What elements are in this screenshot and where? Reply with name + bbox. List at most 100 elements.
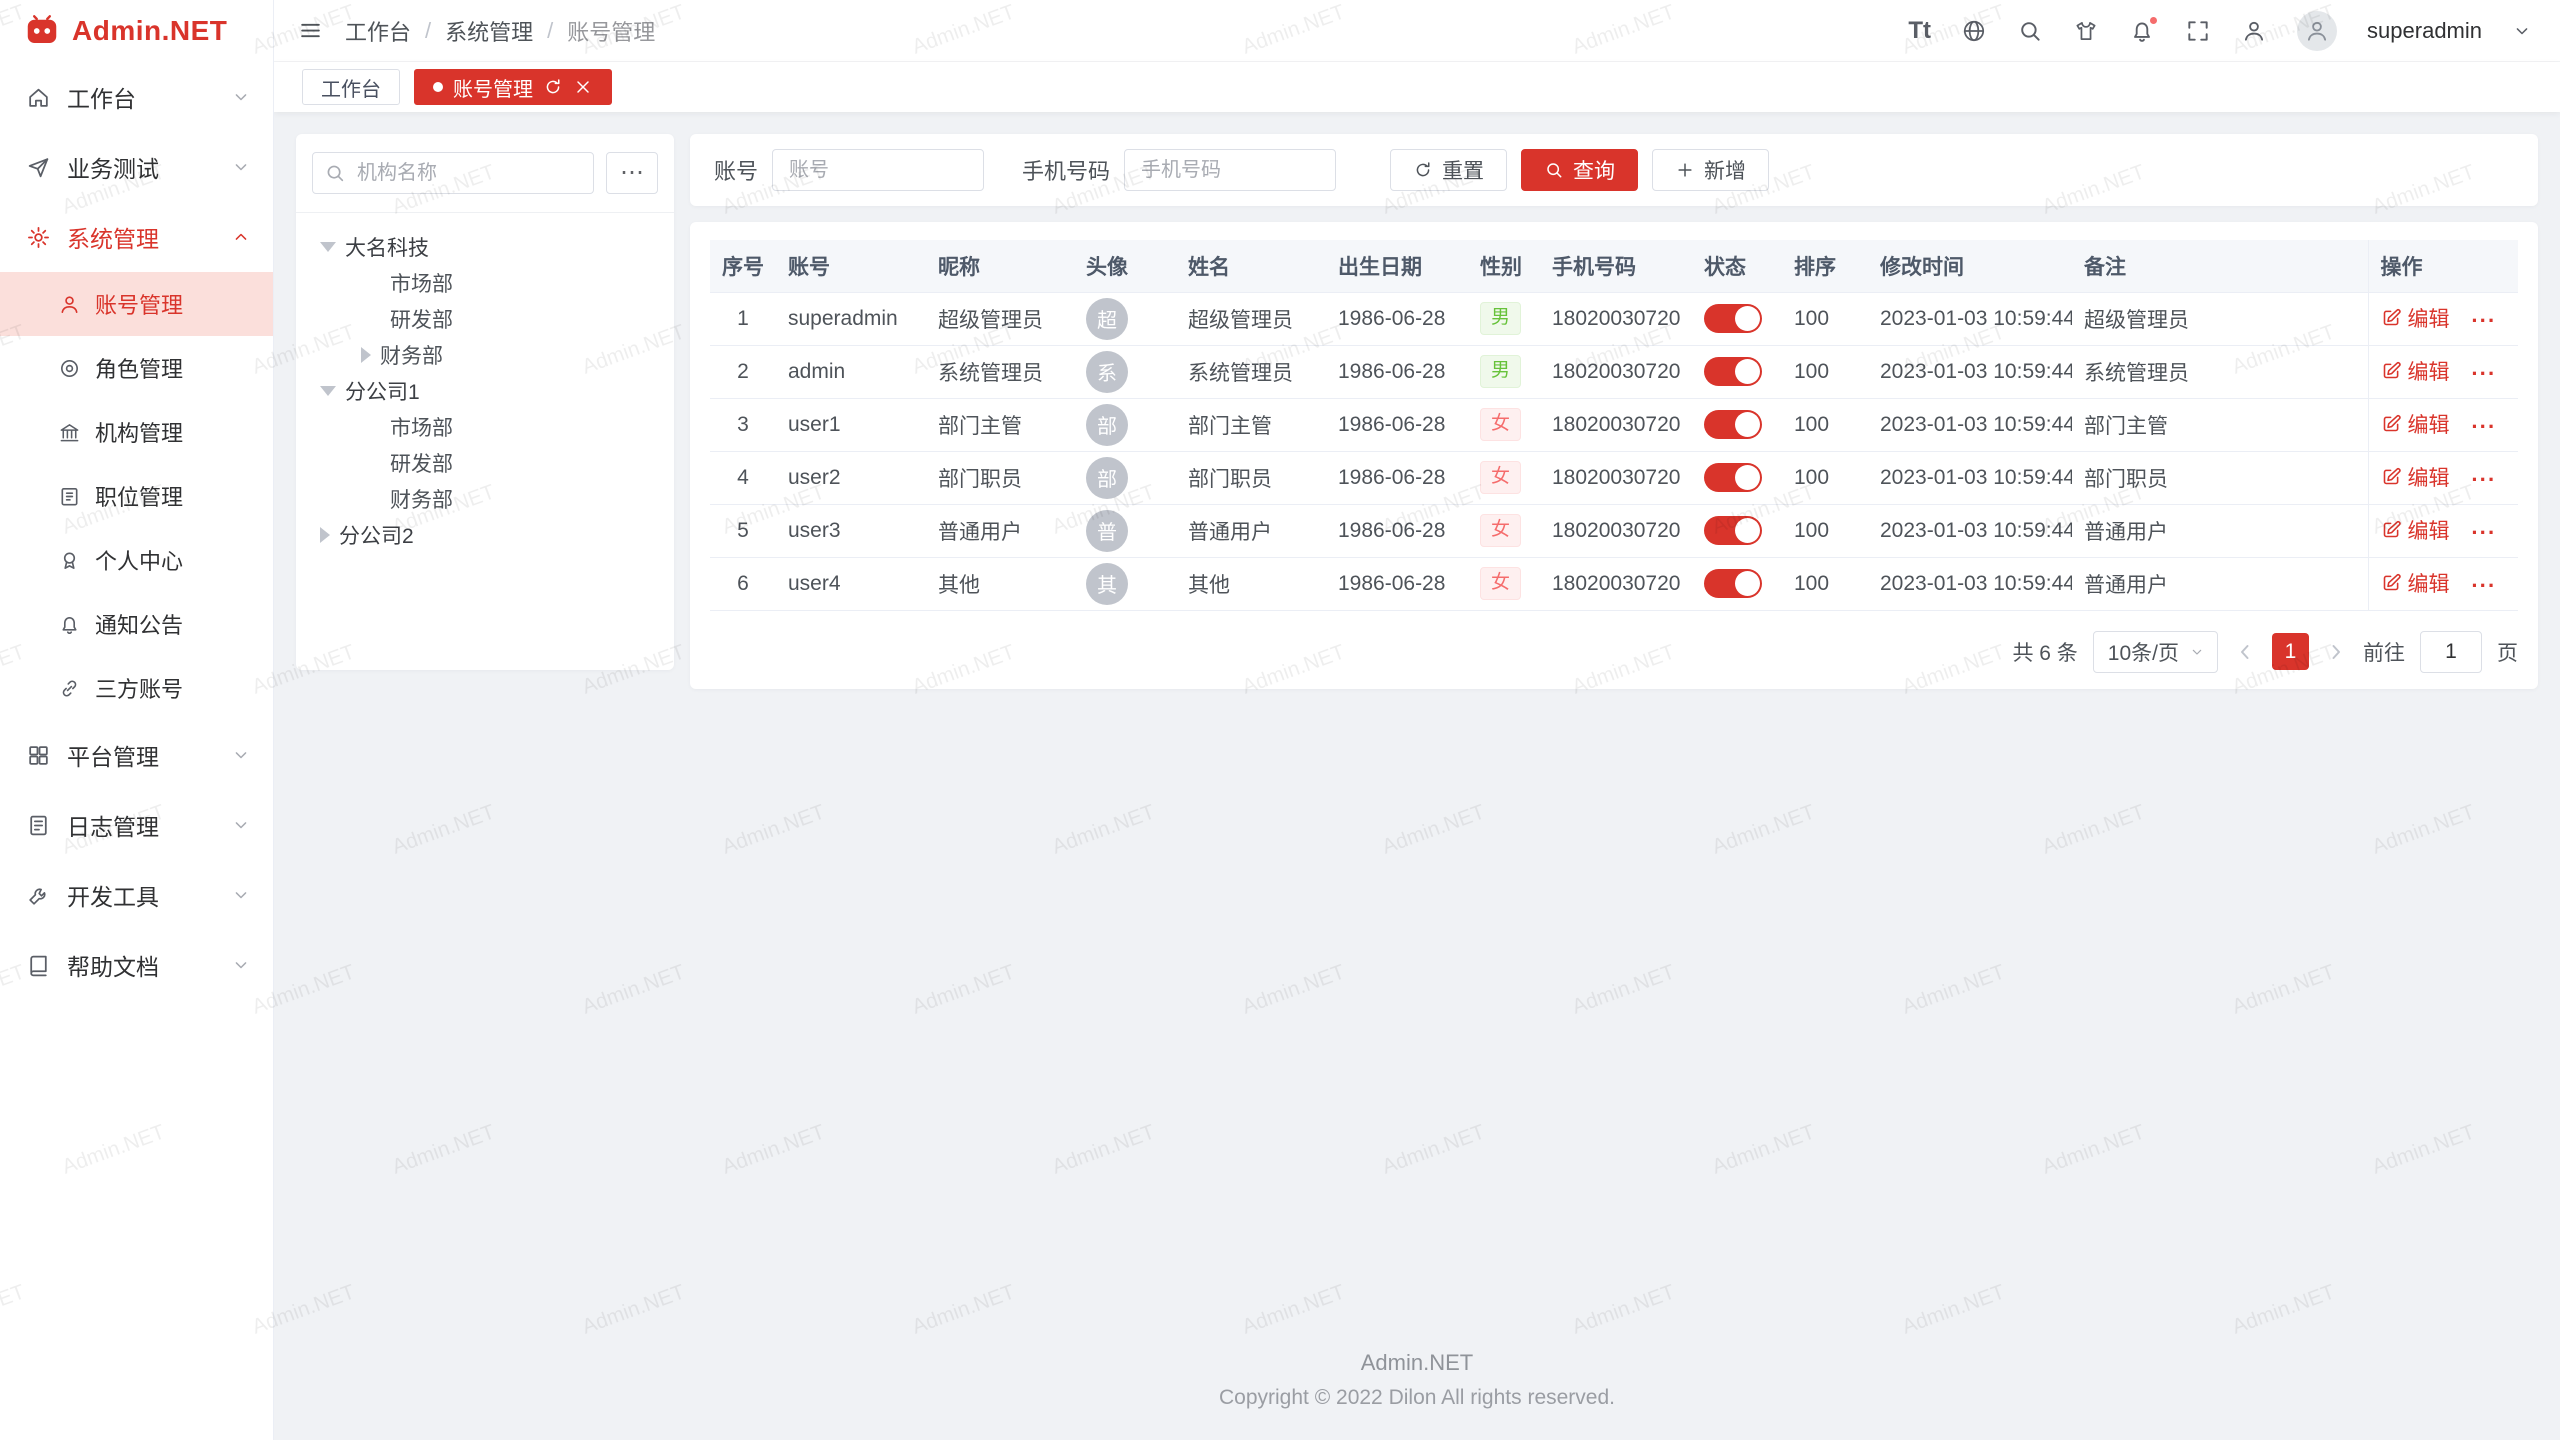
breadcrumb-item[interactable]: 系统管理 — [445, 15, 533, 47]
status-toggle[interactable] — [1704, 410, 1762, 439]
more-button[interactable]: ··· — [2471, 308, 2496, 333]
tree-node[interactable]: 市场部 — [306, 409, 664, 445]
sidebar-item-system-management[interactable]: 系统管理 — [0, 202, 273, 272]
tree-node[interactable]: 大名科技 — [306, 229, 664, 265]
font-size-icon[interactable]: Tt — [1908, 17, 1931, 45]
caret-collapsed-icon[interactable] — [361, 347, 371, 363]
fullscreen-icon[interactable] — [2185, 18, 2211, 44]
edit-button[interactable]: 编辑 — [2381, 462, 2450, 492]
cell-birthday: 1986-06-28 — [1326, 292, 1468, 345]
more-button[interactable]: ··· — [2471, 361, 2496, 386]
status-toggle[interactable] — [1704, 516, 1762, 545]
sidebar-item-workbench[interactable]: 工作台 — [0, 62, 273, 132]
page-size-select[interactable]: 10条/页 — [2093, 631, 2218, 673]
user-avatar[interactable] — [2297, 11, 2337, 51]
reset-button[interactable]: 重置 — [1390, 149, 1507, 191]
search-button[interactable]: 查询 — [1521, 149, 1638, 191]
edit-button[interactable]: 编辑 — [2381, 356, 2450, 386]
org-search-input[interactable] — [312, 152, 594, 194]
cell-sort: 100 — [1782, 398, 1868, 451]
caret-collapsed-icon[interactable] — [320, 527, 330, 543]
globe-icon[interactable] — [1961, 18, 1987, 44]
sidebar-item-notice[interactable]: 通知公告 — [0, 592, 273, 656]
more-button[interactable]: ··· — [2471, 520, 2496, 545]
column-header: 姓名 — [1176, 240, 1326, 292]
phone-input[interactable] — [1124, 149, 1336, 191]
edit-icon — [2381, 572, 2402, 593]
gender-badge: 女 — [1480, 408, 1521, 441]
page-number-button[interactable]: 1 — [2272, 633, 2309, 670]
org-more-button[interactable]: ⋯ — [606, 152, 658, 194]
notifications-button[interactable] — [2129, 18, 2155, 44]
tree-node[interactable]: 市场部 — [306, 265, 664, 301]
filter-bar: 账号 手机号码 重置 查询 — [690, 134, 2538, 206]
column-header: 序号 — [710, 240, 776, 292]
cell-gender: 男 — [1468, 292, 1540, 345]
sidebar-item-log-management[interactable]: 日志管理 — [0, 790, 273, 860]
tree-node[interactable]: 研发部 — [306, 301, 664, 337]
more-button[interactable]: ··· — [2471, 414, 2496, 439]
edit-button[interactable]: 编辑 — [2381, 303, 2450, 333]
search-label: 查询 — [1573, 155, 1615, 185]
edit-button[interactable]: 编辑 — [2381, 409, 2450, 439]
status-toggle[interactable] — [1704, 357, 1762, 386]
sidebar-item-help-docs[interactable]: 帮助文档 — [0, 930, 273, 1000]
tab-account-management[interactable]: 账号管理 — [414, 69, 612, 105]
status-toggle[interactable] — [1704, 569, 1762, 598]
app-logo[interactable]: Admin.NET — [0, 0, 273, 62]
sidebar-item-label: 账号管理 — [95, 288, 183, 320]
status-toggle[interactable] — [1704, 304, 1762, 333]
sidebar-item-label: 系统管理 — [67, 220, 159, 254]
caret-expanded-icon[interactable] — [320, 242, 336, 252]
profile-icon[interactable] — [2241, 18, 2267, 44]
tree-node[interactable]: 分公司1 — [306, 373, 664, 409]
goto-page-input[interactable] — [2420, 631, 2482, 673]
more-button[interactable]: ··· — [2471, 467, 2496, 492]
tree-node[interactable]: 财务部 — [306, 337, 664, 373]
sidebar-item-position-management[interactable]: 职位管理 — [0, 464, 273, 528]
sidebar: Admin.NET 工作台 业务测试 系统管理 账号管理 — [0, 0, 274, 1440]
add-button[interactable]: 新增 — [1652, 149, 1769, 191]
sidebar-item-role-management[interactable]: 角色管理 — [0, 336, 273, 400]
next-page-button[interactable] — [2324, 640, 2348, 664]
account-input[interactable] — [772, 149, 984, 191]
status-toggle[interactable] — [1704, 463, 1762, 492]
chevron-down-icon — [231, 955, 251, 975]
breadcrumb-item[interactable]: 工作台 — [345, 15, 411, 47]
menu-toggle-icon[interactable] — [298, 18, 323, 43]
sidebar-item-label: 通知公告 — [95, 608, 183, 640]
tree-node[interactable]: 财务部 — [306, 481, 664, 517]
sidebar-item-dev-tools[interactable]: 开发工具 — [0, 860, 273, 930]
caret-expanded-icon[interactable] — [320, 386, 336, 396]
cell-operations: 编辑 ··· — [2368, 451, 2518, 504]
refresh-icon[interactable] — [543, 77, 563, 97]
edit-button[interactable]: 编辑 — [2381, 515, 2450, 545]
column-header: 备注 — [2072, 240, 2368, 292]
sidebar-item-platform-management[interactable]: 平台管理 — [0, 720, 273, 790]
username[interactable]: superadmin — [2367, 18, 2482, 44]
sidebar-item-business-test[interactable]: 业务测试 — [0, 132, 273, 202]
tree-node[interactable]: 分公司2 — [306, 517, 664, 553]
sidebar-item-personal-center[interactable]: 个人中心 — [0, 528, 273, 592]
chevron-down-icon[interactable] — [2512, 21, 2532, 41]
edit-button[interactable]: 编辑 — [2381, 568, 2450, 598]
more-button[interactable]: ··· — [2471, 573, 2496, 598]
tree-node[interactable]: 研发部 — [306, 445, 664, 481]
theme-icon[interactable] — [2073, 18, 2099, 44]
sidebar-item-account-management[interactable]: 账号管理 — [0, 272, 273, 336]
breadcrumb-item-current: 账号管理 — [567, 15, 655, 47]
close-icon[interactable] — [573, 77, 593, 97]
sidebar-item-org-management[interactable]: 机构管理 — [0, 400, 273, 464]
sidebar-item-third-party-account[interactable]: 三方账号 — [0, 656, 273, 720]
add-label: 新增 — [1704, 155, 1746, 185]
search-icon[interactable] — [2017, 18, 2043, 44]
tab-workbench[interactable]: 工作台 — [302, 69, 400, 105]
edit-label: 编辑 — [2408, 568, 2450, 598]
document-icon — [26, 813, 51, 838]
edit-icon — [2381, 466, 2402, 487]
cell-status — [1692, 504, 1782, 557]
tree-node-label: 大名科技 — [345, 232, 429, 262]
cell-index: 6 — [710, 557, 776, 610]
account-label: 账号 — [714, 154, 758, 186]
prev-page-button[interactable] — [2233, 640, 2257, 664]
